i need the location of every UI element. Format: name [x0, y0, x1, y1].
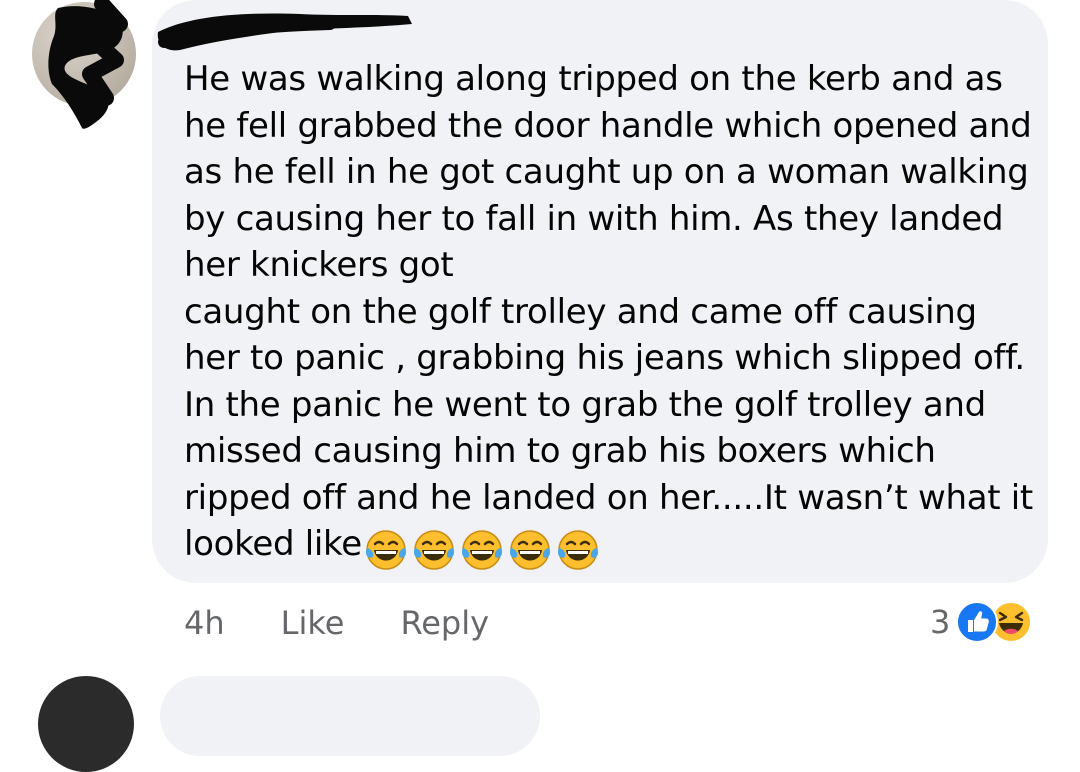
- avatar-redaction-scribble: [48, 0, 128, 129]
- emoji-row: [364, 525, 604, 572]
- next-commenter-avatar[interactable]: [38, 676, 134, 772]
- comment-line: as he fell in he got caught up on a woma…: [184, 152, 1029, 192]
- comment-timestamp[interactable]: 4h: [184, 604, 225, 642]
- comment-line: her to panic , grabbing his jeans which …: [184, 338, 1025, 378]
- author-name-redaction: [157, 13, 412, 51]
- reply-button[interactable]: Reply: [400, 604, 489, 642]
- comment-line: he fell grabbed the door handle which op…: [184, 105, 1032, 146]
- comment-line: by causing her to fall in with him. As t…: [184, 198, 1004, 239]
- laughing-tears-icon: [413, 529, 454, 570]
- comment-line: missed causing him to grab his boxers wh…: [184, 431, 936, 471]
- comment-line: He was walking along tripped on the kerb…: [184, 59, 1003, 99]
- reaction-count: 3: [930, 603, 951, 641]
- like-reaction-icon: [956, 601, 999, 643]
- comment-line: ripped off and he landed on her.....It w…: [184, 477, 1033, 518]
- comment-line: her knickers got: [184, 245, 454, 285]
- comment-text: He was walking along tripped on the kerb…: [184, 56, 1033, 570]
- next-comment-bubble: [160, 676, 540, 756]
- comment-actions: 4h Like Reply: [184, 603, 489, 643]
- like-button[interactable]: Like: [281, 604, 345, 642]
- laughing-tears-icon: [509, 529, 550, 570]
- comment-line: In the panic he went to grab the golf tr…: [184, 384, 986, 425]
- comment-line-last: looked like: [184, 521, 1024, 570]
- laughing-tears-icon: [365, 529, 406, 570]
- comment-line: caught on the golf trolley and came off …: [184, 291, 977, 332]
- laughing-tears-icon: [557, 529, 598, 570]
- comment-line: looked like: [184, 524, 362, 564]
- laughing-tears-icon: [461, 529, 502, 570]
- reactions-summary[interactable]: 3: [930, 598, 1033, 646]
